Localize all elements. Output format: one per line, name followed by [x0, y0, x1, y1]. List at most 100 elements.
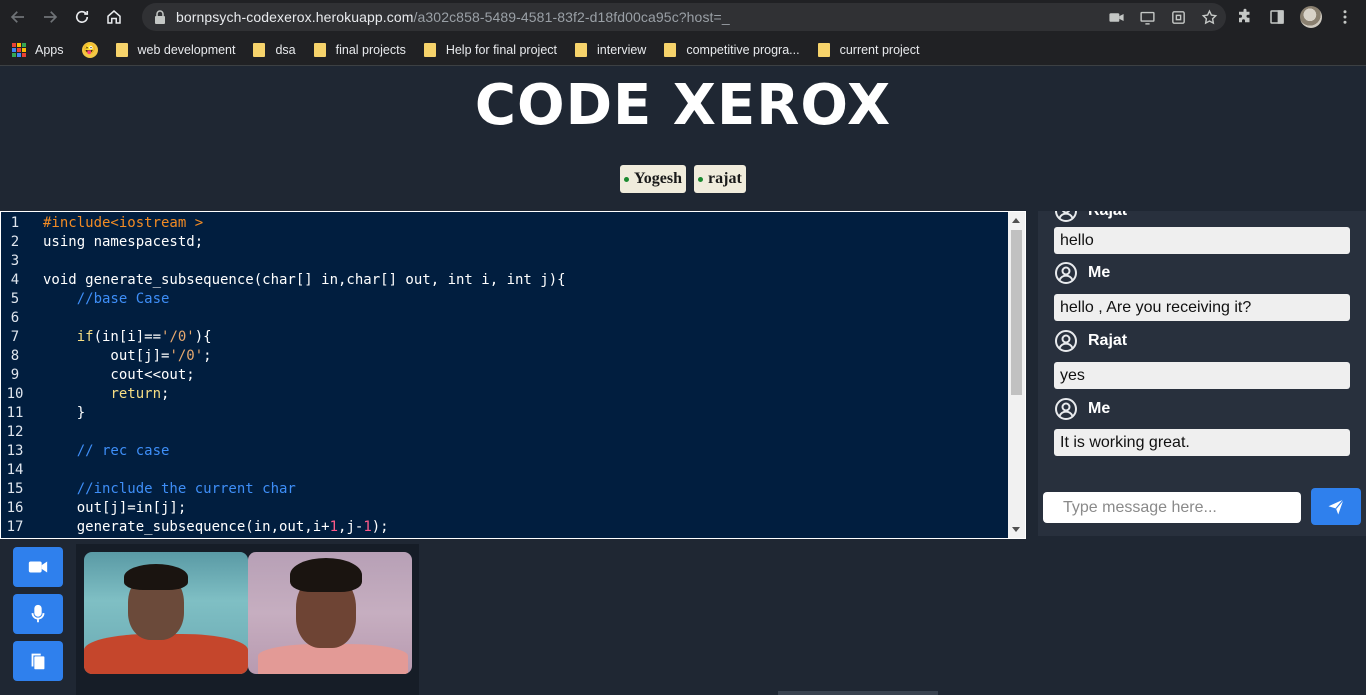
bookmark-web-development[interactable]: web development — [115, 42, 236, 57]
code-text: // rec case — [76, 443, 170, 459]
cast-icon[interactable] — [1139, 9, 1156, 26]
online-dot-icon — [624, 176, 629, 182]
online-dot-icon — [698, 176, 704, 182]
line-number: 15 — [6, 481, 24, 497]
user-circle-icon — [1055, 211, 1077, 222]
app-logo-title: CODE XEROX — [474, 73, 892, 138]
side-panel-icon[interactable] — [1268, 8, 1286, 26]
line-number: 9 — [10, 367, 20, 383]
extensions-icon[interactable] — [1236, 8, 1254, 26]
bookmark-label: Apps — [35, 42, 64, 57]
code-line[interactable]: 13 // rec case — [1, 442, 1009, 461]
chat-message-input[interactable] — [1043, 492, 1301, 523]
send-message-button[interactable] — [1311, 488, 1361, 525]
code-line[interactable]: 2 using namespacestd; — [1, 233, 1009, 252]
video-call-panel — [76, 544, 419, 695]
line-number: 10 — [6, 386, 24, 402]
install-app-icon[interactable] — [1170, 9, 1187, 26]
reload-icon — [75, 10, 89, 23]
line-number: 14 — [6, 462, 24, 478]
code-editor[interactable]: 1 #include<iostream > 2 using namespacestd;… — [0, 211, 1026, 539]
bookmark-emoji[interactable]: 😜 — [81, 41, 98, 58]
arrow-right-icon — [44, 11, 58, 23]
line-number: 2 — [10, 234, 20, 250]
bookmark-label: Help for final project — [445, 42, 557, 57]
code-line[interactable]: 15 //include the current char — [1, 480, 1009, 499]
bookmark-interview[interactable]: interview — [575, 42, 646, 57]
bookmarks-bar: Apps 😜 web development dsa final project… — [0, 34, 1366, 66]
folder-icon — [423, 42, 436, 57]
chat-message-text: hello , Are you receiving it? — [1054, 294, 1350, 321]
remote-video-feed — [248, 552, 412, 674]
bookmark-apps[interactable]: Apps — [12, 42, 64, 57]
bookmark-current-project[interactable]: current project — [817, 42, 919, 57]
user-name: rajat — [708, 170, 742, 187]
back-button[interactable] — [4, 3, 32, 31]
copy-link-button[interactable] — [13, 641, 63, 681]
code-line[interactable]: 1 #include<iostream > — [1, 214, 1009, 233]
home-icon — [107, 10, 121, 24]
user-circle-icon — [1055, 398, 1077, 420]
video-toggle-button[interactable] — [13, 547, 63, 587]
video-camera-icon — [28, 561, 48, 573]
code-line[interactable]: 16 out[j]=in[j]; — [1, 499, 1009, 518]
editor-scrollbar[interactable] — [1008, 212, 1025, 538]
emoji-icon: 😜 — [81, 41, 98, 58]
code-line[interactable]: 10 return; — [1, 385, 1009, 404]
video-person-hair — [124, 564, 188, 590]
bookmark-competitive-programming[interactable]: competitive progra... — [664, 42, 800, 57]
editor-scroll-thumb[interactable] — [1011, 230, 1022, 395]
code-line[interactable]: 9 cout<<out; — [1, 366, 1009, 385]
folder-icon — [115, 42, 128, 57]
sender-name: Me — [1088, 264, 1111, 281]
bookmark-dsa[interactable]: dsa — [253, 42, 296, 57]
code-line[interactable]: 7 if(in[i]=='/0'){ — [1, 328, 1009, 347]
bookmark-label: web development — [137, 42, 236, 57]
forward-button[interactable] — [36, 3, 64, 31]
code-text: //include the current char — [76, 481, 296, 497]
lock-icon — [155, 10, 165, 24]
line-number: 4 — [10, 272, 20, 288]
chat-message-text: It is working great. — [1054, 429, 1350, 456]
code-line[interactable]: 17 generate_subsequence(in,out,i+1,j-1); — [1, 518, 1009, 537]
code-text: cout<<out; — [43, 367, 195, 383]
scroll-up-icon[interactable] — [1012, 218, 1020, 223]
code-line[interactable]: 5 //base Case — [1, 290, 1009, 309]
code-line[interactable]: 4 void generate_subsequence(char[] in,cha… — [1, 271, 1009, 290]
bookmark-help-final-project[interactable]: Help for final project — [423, 42, 557, 57]
chat-message-sender: Me — [1054, 397, 1110, 421]
page-horizontal-scrollbar[interactable] — [778, 691, 938, 695]
sender-name: Rajat — [1088, 332, 1128, 349]
scroll-down-icon[interactable] — [1012, 527, 1020, 532]
code-line[interactable]: 8 out[j]='/0'; — [1, 347, 1009, 366]
folder-icon — [817, 42, 830, 57]
video-person-hair — [290, 558, 362, 592]
user-circle-icon — [1055, 262, 1077, 284]
code-line[interactable]: 3 — [1, 252, 1009, 271]
code-line[interactable]: 14 — [1, 461, 1009, 480]
code-text: //base Case — [76, 291, 170, 307]
code-line[interactable]: 12 — [1, 423, 1009, 442]
line-number: 1 — [10, 215, 20, 231]
code-text: void generate_subsequence(char[] in,char… — [43, 272, 566, 288]
star-icon[interactable] — [1201, 8, 1218, 26]
camera-in-use-icon[interactable] — [1108, 9, 1125, 26]
address-bar[interactable]: bornpsych-codexerox.herokuapp.com/a302c8… — [142, 3, 1226, 31]
more-menu-icon[interactable] — [1336, 8, 1354, 26]
paper-plane-icon — [1328, 498, 1344, 514]
user-name: Yogesh — [634, 170, 683, 187]
chat-message-sender: Me — [1054, 261, 1110, 285]
app-page: CODE XEROX Yogesh rajat 1 #include<iostre… — [0, 67, 1366, 695]
video-person-shirt — [84, 634, 248, 674]
sender-name: Rajat — [1088, 211, 1127, 220]
mic-toggle-button[interactable] — [13, 594, 63, 634]
code-line[interactable]: 11 } — [1, 404, 1009, 423]
reload-button[interactable] — [68, 3, 96, 31]
profile-avatar[interactable] — [1300, 6, 1322, 28]
bookmark-label: dsa — [275, 42, 296, 57]
folder-icon — [253, 42, 266, 57]
code-text: if(in[i]=='/0'){ — [76, 329, 212, 345]
bookmark-final-projects[interactable]: final projects — [313, 42, 406, 57]
home-button[interactable] — [100, 3, 128, 31]
code-line[interactable]: 6 — [1, 309, 1009, 328]
